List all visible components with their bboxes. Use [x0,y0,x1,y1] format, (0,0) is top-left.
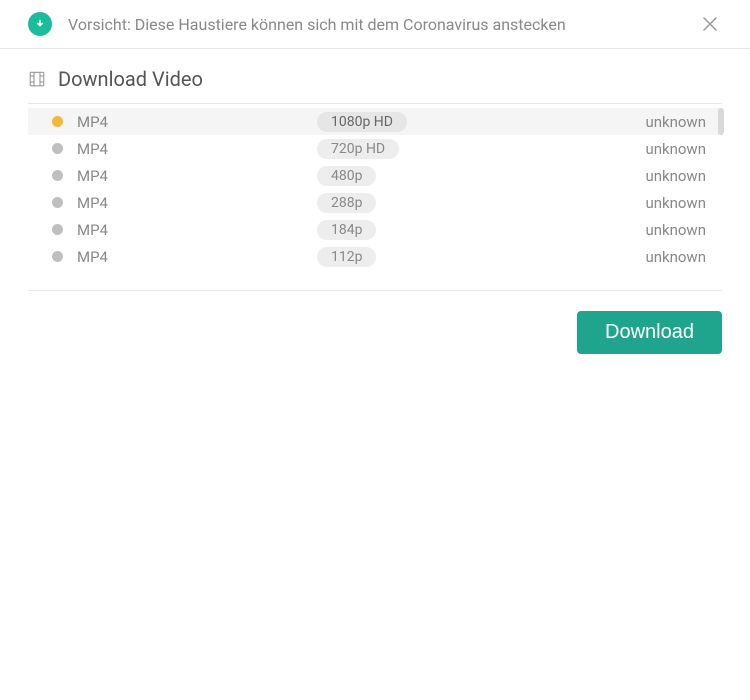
size-label: unknown [645,140,706,158]
radio-dot [52,224,63,235]
section-title: Download Video [58,67,203,91]
quality-badge: 112p [317,247,376,267]
radio-dot [52,197,63,208]
section-header: Download Video [28,67,722,104]
radio-dot [52,170,63,181]
format-label: MP4 [77,248,317,266]
format-label: MP4 [77,140,317,158]
quality-badge: 720p HD [317,139,399,159]
quality-option-row[interactable]: MP4184p unknown [28,216,722,243]
header: Vorsicht: Diese Haustiere können sich mi… [0,0,750,49]
quality-option-row[interactable]: MP4720p HD unknown [28,135,722,162]
quality-options-list: MP41080p HDunknownMP4720p HDunknownMP448… [28,108,722,270]
quality-badge: 184p [317,220,376,240]
format-label: MP4 [77,167,317,185]
format-label: MP4 [77,113,317,131]
size-label: unknown [645,194,706,212]
size-label: unknown [645,221,706,239]
quality-option-row[interactable]: MP4112p unknown [28,243,722,270]
size-label: unknown [645,113,706,131]
radio-dot [52,143,63,154]
radio-dot [52,116,63,127]
quality-option-row[interactable]: MP4480p unknown [28,162,722,189]
footer: Download [0,291,750,374]
app-icon [28,12,52,36]
radio-dot [52,251,63,262]
size-label: unknown [645,248,706,266]
format-label: MP4 [77,221,317,239]
download-section: Download Video MP41080p HDunknownMP4720p… [0,49,750,291]
quality-option-row[interactable]: MP4288p unknown [28,189,722,216]
video-title: Vorsicht: Diese Haustiere können sich mi… [68,15,698,34]
quality-badge: 1080p HD [317,112,407,132]
format-label: MP4 [77,194,317,212]
quality-option-row[interactable]: MP41080p HD unknown [28,108,722,135]
film-icon [28,70,46,88]
close-button[interactable] [698,12,722,36]
size-label: unknown [645,167,706,185]
scrollbar[interactable] [718,108,724,135]
quality-badge: 288p [317,193,376,213]
download-button[interactable]: Download [577,311,722,354]
quality-badge: 480p [317,166,376,186]
